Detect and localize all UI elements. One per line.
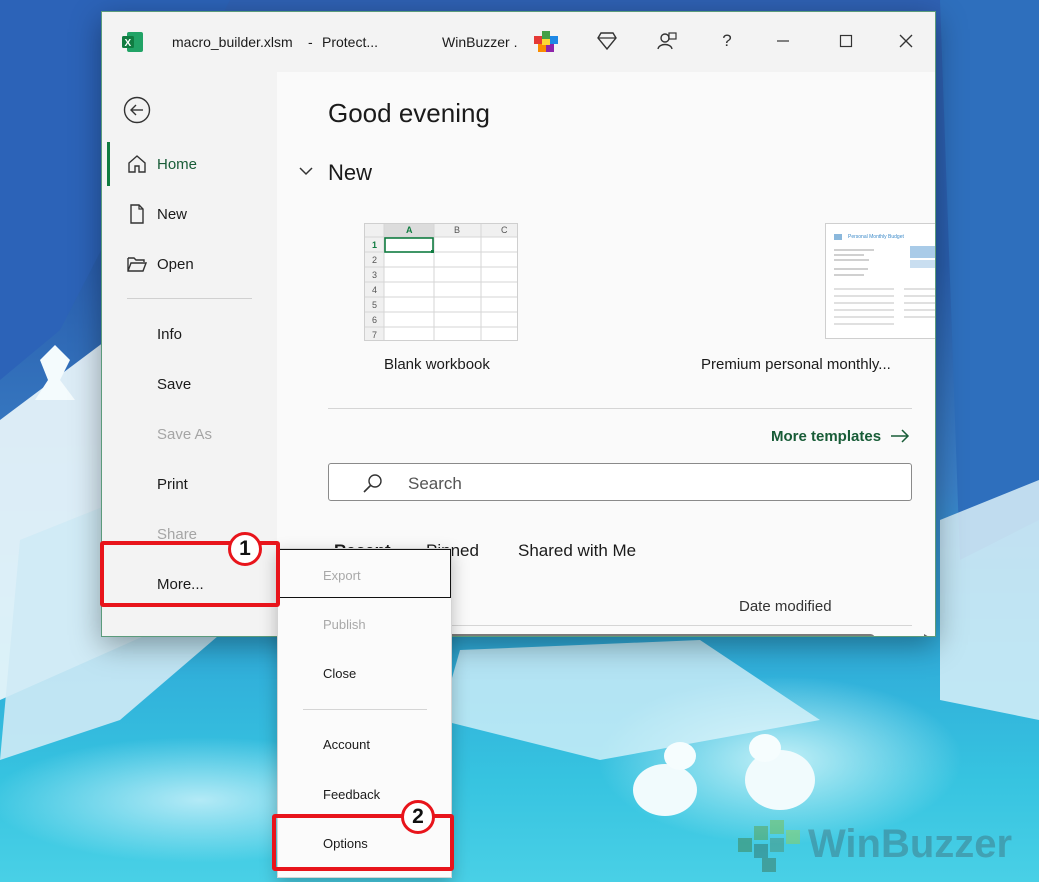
menu-divider	[303, 709, 427, 710]
menu-item-account[interactable]: Account	[323, 737, 370, 752]
sidebar-item-open[interactable]: Open	[157, 256, 194, 273]
grid-col-b: B	[454, 225, 461, 235]
scroll-right-icon[interactable]	[922, 633, 932, 637]
template-label-blank[interactable]: Blank workbook	[384, 356, 490, 373]
search-icon	[363, 474, 382, 493]
coauthor-feedback-icon[interactable]	[652, 26, 682, 56]
grid-row-3: 3	[372, 270, 378, 280]
menu-item-export: Export	[323, 568, 361, 583]
blank-grid	[365, 224, 517, 340]
excel-app-icon: X	[122, 32, 143, 52]
sidebar-item-new[interactable]: New	[157, 206, 187, 223]
budget-thumb-graphics	[834, 234, 935, 325]
horizontal-scrollbar[interactable]	[447, 634, 875, 636]
menu-item-publish: Publish	[323, 617, 366, 632]
premium-diamond-icon[interactable]	[592, 26, 622, 56]
grid-col-c: C	[501, 225, 508, 235]
menu-item-feedback[interactable]: Feedback	[323, 787, 380, 802]
help-icon[interactable]: ?	[712, 26, 742, 56]
grid-row-5: 5	[372, 300, 378, 310]
sidebar-divider	[127, 298, 252, 299]
grid-col-a: A	[406, 225, 413, 235]
new-document-icon	[130, 204, 144, 224]
window-filename: macro_builder.xlsm	[172, 34, 293, 50]
section-divider	[328, 408, 912, 409]
search-box[interactable]: Search	[328, 463, 912, 501]
sidebar-item-home[interactable]: Home	[157, 156, 197, 173]
open-folder-icon	[127, 257, 147, 272]
back-arrow-icon[interactable]	[123, 96, 151, 124]
sidebar-item-save[interactable]: Save	[157, 376, 191, 393]
sidebar-item-info[interactable]: Info	[157, 326, 182, 343]
file-status: Protect...	[322, 34, 379, 50]
close-window-icon[interactable]	[891, 26, 921, 56]
grid-row-6: 6	[372, 315, 378, 325]
sidebar-item-save-as: Save As	[157, 426, 213, 443]
sidebar-item-print[interactable]: Print	[157, 476, 188, 493]
grid-row-4: 4	[372, 285, 378, 295]
grid-row-7: 7	[372, 330, 378, 340]
step-badge-1: 1	[228, 532, 262, 566]
maximize-icon[interactable]	[831, 26, 861, 56]
home-selected-indicator	[107, 142, 110, 186]
minimize-icon[interactable]	[768, 26, 798, 56]
export-focus-outline	[278, 549, 451, 598]
new-section-title: New	[328, 160, 373, 185]
budget-thumb-title: Personal Monthly Budget	[848, 234, 904, 240]
template-label-budget[interactable]: Premium personal monthly...	[701, 356, 891, 373]
title-separator: -	[308, 34, 313, 50]
grid-row-1: 1	[372, 240, 378, 250]
grid-row-2: 2	[372, 255, 378, 265]
account-name[interactable]: WinBuzzer .	[442, 34, 517, 50]
home-icon	[128, 155, 146, 173]
budget-template-thumbnail[interactable]: Personal Monthly Budget	[825, 223, 935, 339]
winbuzzer-logo-icon	[738, 820, 800, 872]
svg-text:X: X	[125, 38, 132, 49]
arrow-right-icon[interactable]	[890, 428, 910, 444]
blank-workbook-thumbnail[interactable]: A B C 1 2 3 4 5 6 7	[364, 223, 518, 341]
winbuzzer-watermark: WinBuzzer	[808, 822, 1013, 866]
search-placeholder: Search	[408, 474, 462, 493]
chevron-down-icon[interactable]	[299, 166, 313, 176]
step-badge-2: 2	[401, 800, 435, 834]
more-templates-link[interactable]: More templates	[771, 428, 881, 445]
menu-item-close[interactable]: Close	[323, 666, 356, 681]
tab-shared-with-me[interactable]: Shared with Me	[518, 541, 636, 561]
column-header-date-modified[interactable]: Date modified	[739, 598, 832, 615]
account-avatar[interactable]	[532, 27, 562, 57]
greeting-title: Good evening	[328, 98, 490, 128]
title-bar: X macro_builder.xlsm - Protect... WinBuz…	[102, 12, 935, 72]
